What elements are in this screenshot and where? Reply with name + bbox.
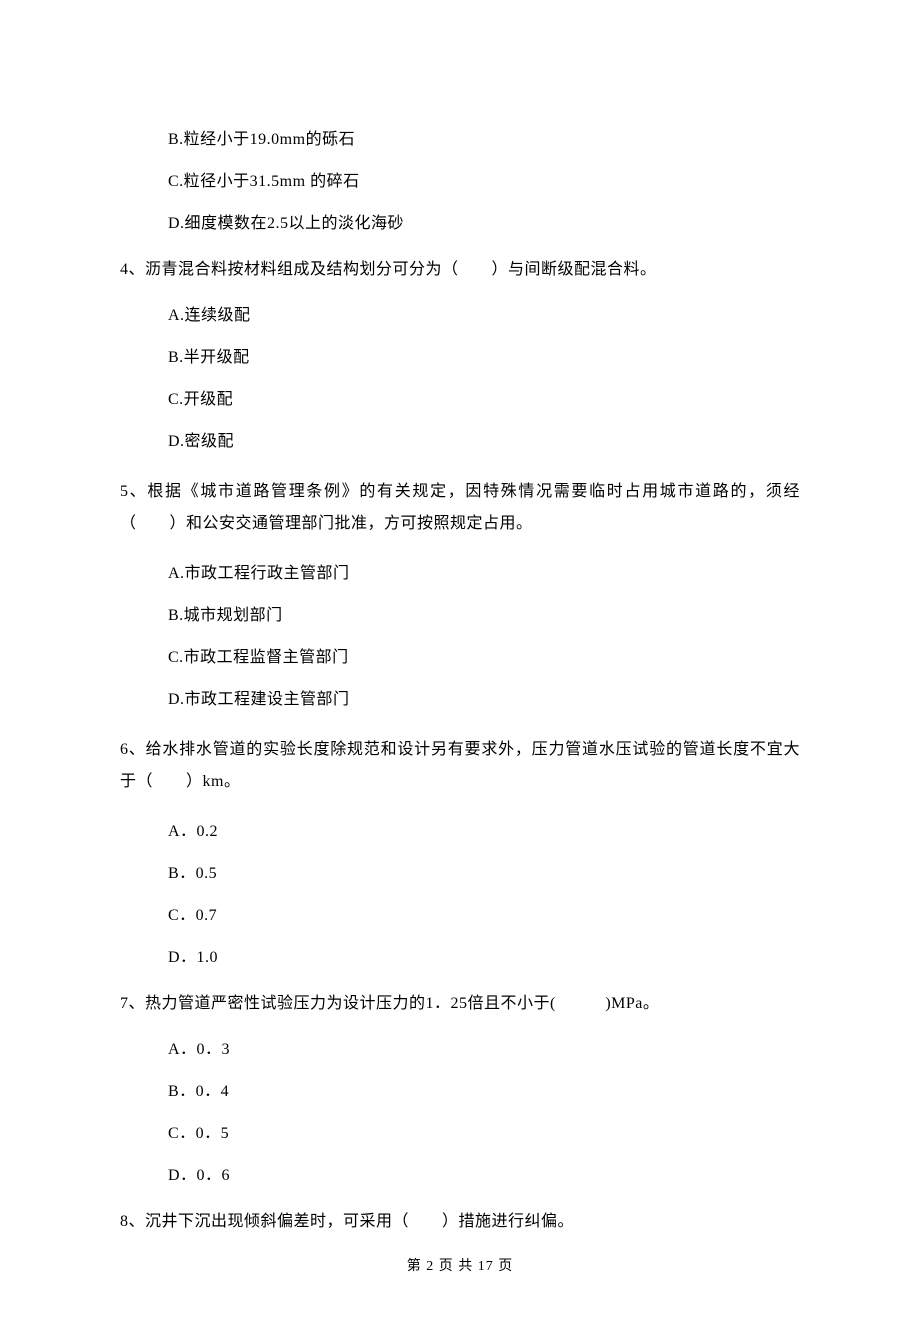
- q7-option-d: D．0．6: [168, 1164, 800, 1188]
- q4-option-d: D.密级配: [168, 430, 800, 454]
- q5-stem: 5、根据《城市道路管理条例》的有关规定，因特殊情况需要临时占用城市道路的，须经（…: [120, 476, 800, 540]
- q3-option-c: C.粒径小于31.5mm 的碎石: [168, 170, 800, 194]
- q6-option-c: C．0.7: [168, 904, 800, 928]
- q3-option-b: B.粒经小于19.0mm的砾石: [168, 128, 800, 152]
- q5-option-d: D.市政工程建设主管部门: [168, 688, 800, 712]
- q5-option-b: B.城市规划部门: [168, 604, 800, 628]
- q5-option-c: C.市政工程监督主管部门: [168, 646, 800, 670]
- q4-option-a: A.连续级配: [168, 304, 800, 328]
- q6-option-d: D．1.0: [168, 946, 800, 970]
- q6-stem: 6、给水排水管道的实验长度除规范和设计另有要求外，压力管道水压试验的管道长度不宜…: [120, 734, 800, 798]
- q8-stem: 8、沉井下沉出现倾斜偏差时，可采用（ ）措施进行纠偏。: [120, 1210, 800, 1234]
- q3-option-d: D.细度模数在2.5以上的淡化海砂: [168, 212, 800, 236]
- q6-option-b: B．0.5: [168, 862, 800, 886]
- q4-option-c: C.开级配: [168, 388, 800, 412]
- q5-option-a: A.市政工程行政主管部门: [168, 562, 800, 586]
- q4-stem: 4、沥青混合料按材料组成及结构划分可分为（ ）与间断级配混合料。: [120, 258, 800, 282]
- q4-option-b: B.半开级配: [168, 346, 800, 370]
- q7-option-a: A．0．3: [168, 1038, 800, 1062]
- q7-option-b: B．0．4: [168, 1080, 800, 1104]
- page-footer: 第 2 页 共 17 页: [120, 1256, 800, 1277]
- q6-option-a: A．0.2: [168, 820, 800, 844]
- q7-option-c: C．0．5: [168, 1122, 800, 1146]
- q7-stem: 7、热力管道严密性试验压力为设计压力的1．25倍且不小于( )MPa。: [120, 992, 800, 1016]
